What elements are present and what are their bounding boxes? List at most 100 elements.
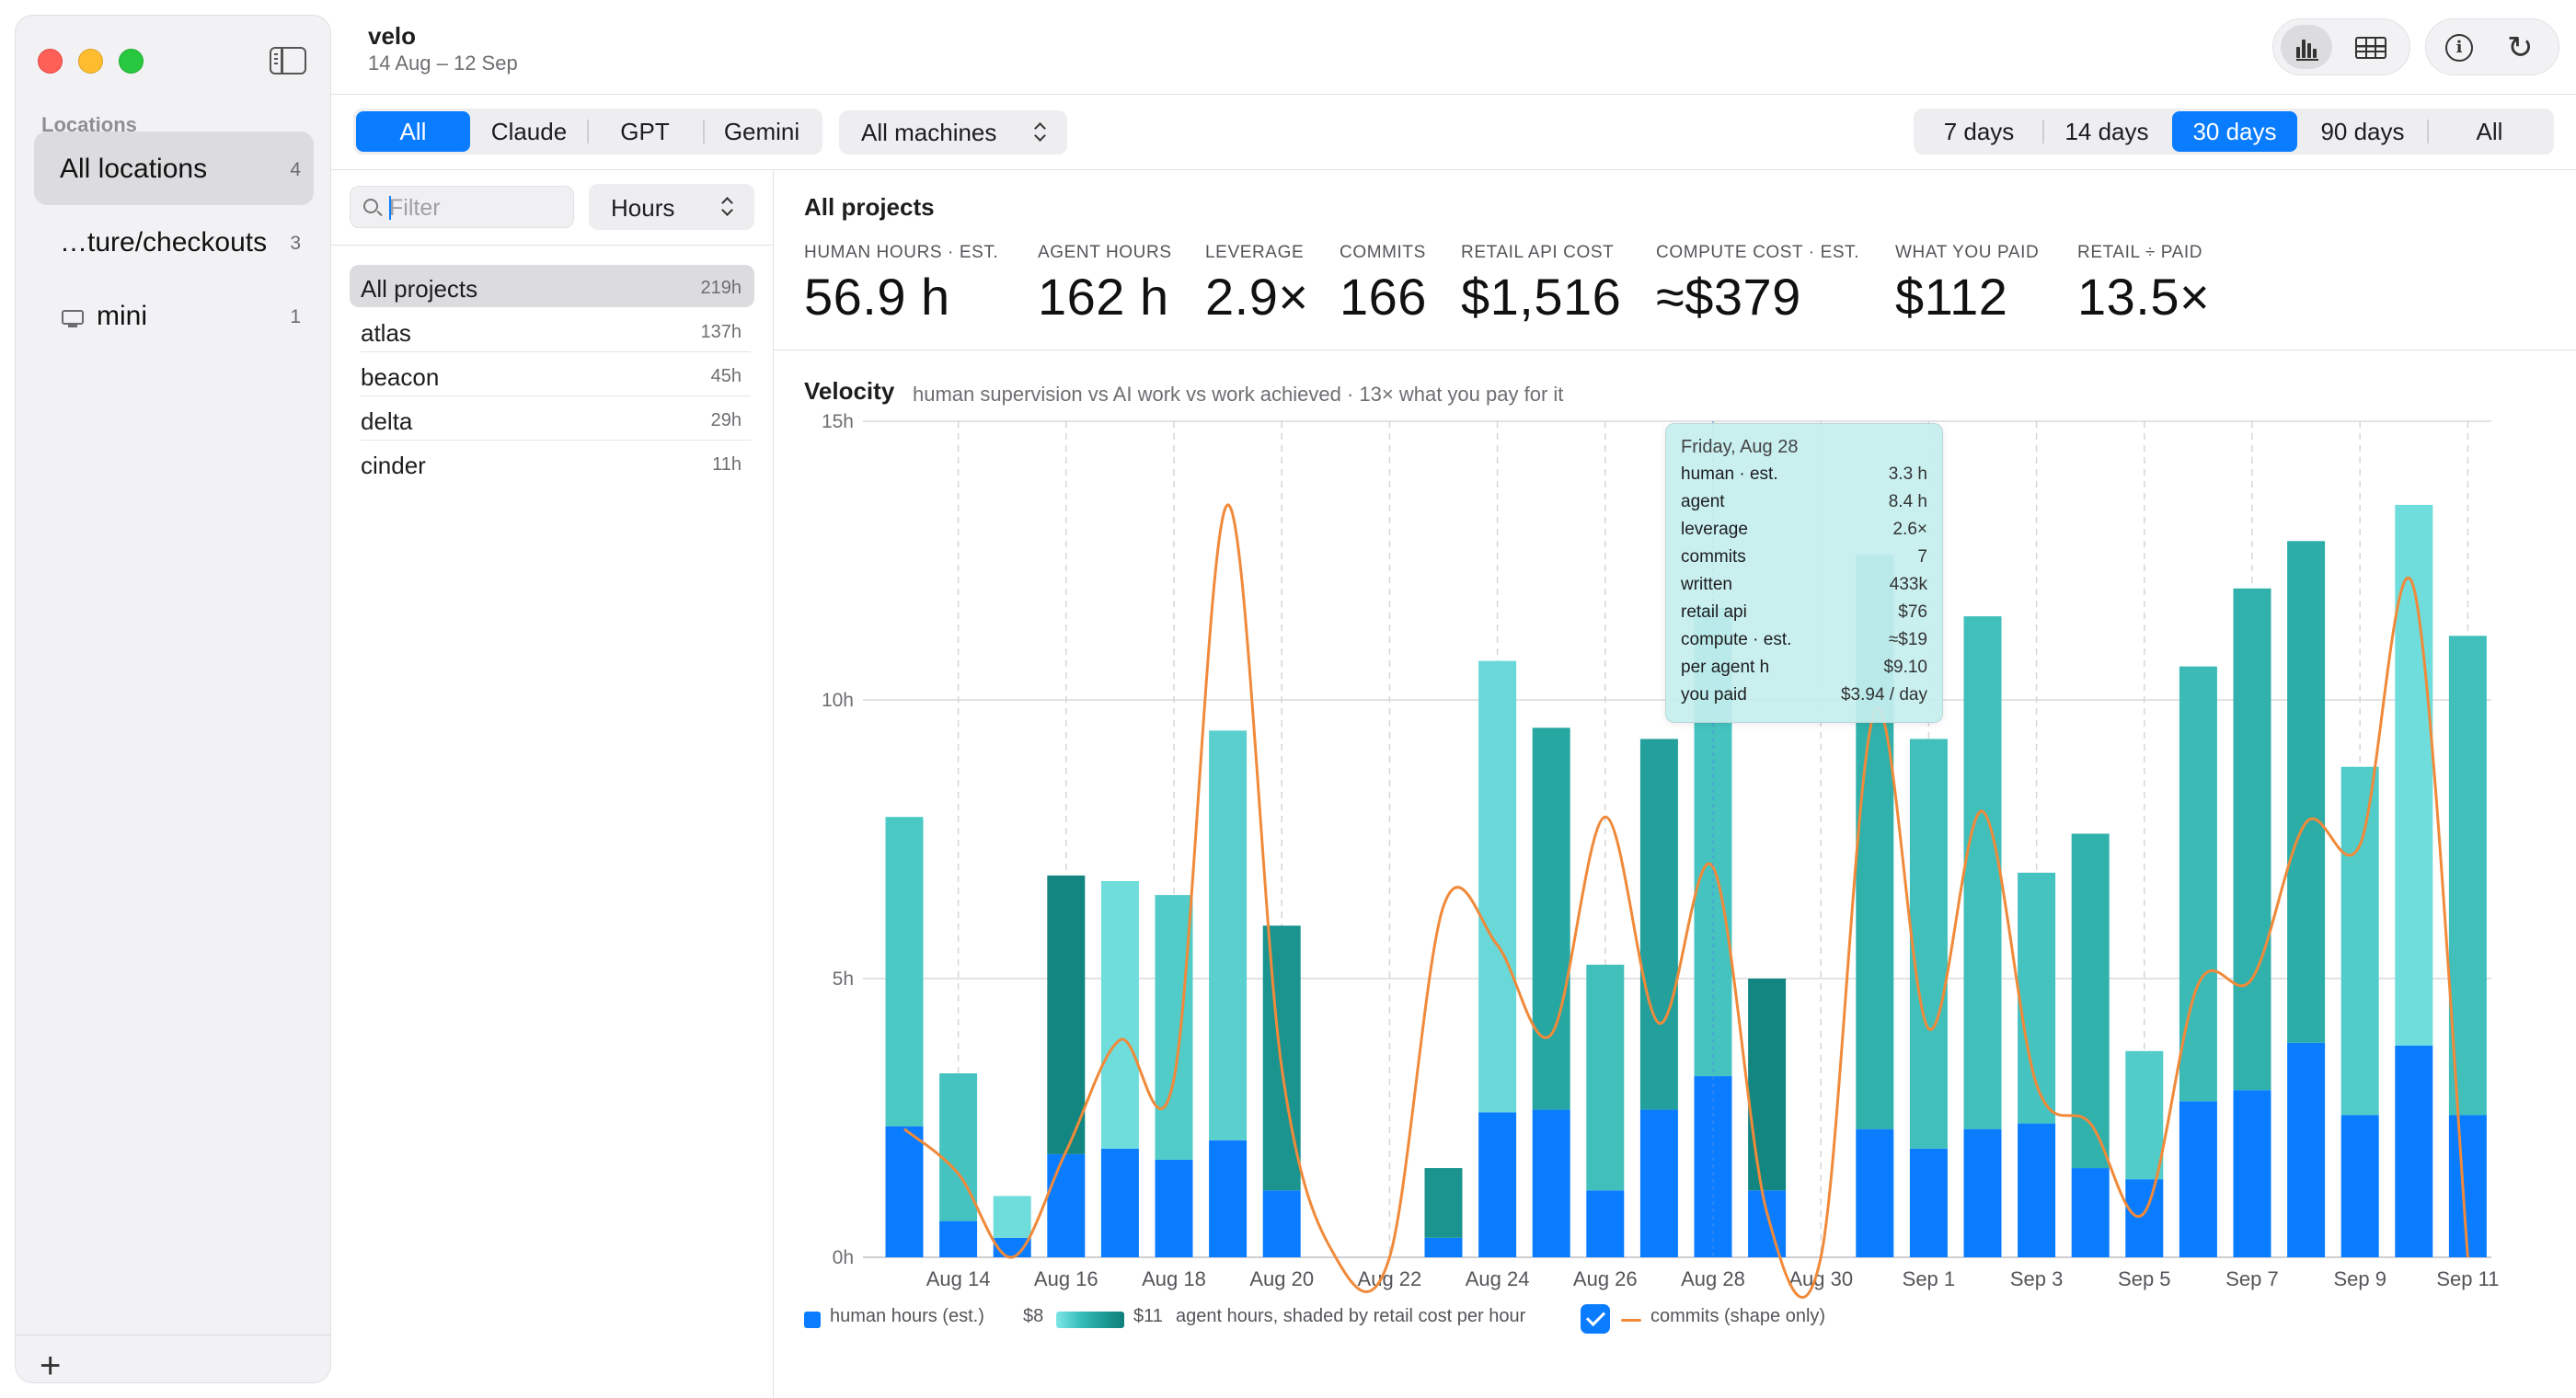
tooltip-key: agent — [1681, 492, 1725, 511]
tooltip-key: retail api — [1681, 602, 1747, 622]
bar-human — [1424, 1237, 1463, 1257]
x-tick-label: Aug 16 — [1034, 1267, 1098, 1290]
tooltip-key: per agent h — [1681, 658, 1770, 677]
tooltip-value: 433k — [1889, 575, 1927, 594]
tooltip-row: retail api $76 — [1681, 602, 1927, 628]
bar-human — [2125, 1179, 2164, 1257]
bar-agent — [2125, 1050, 2164, 1180]
y-tick-label: 15h — [822, 411, 854, 432]
bar-human — [1209, 1140, 1248, 1257]
tooltip-key: written — [1681, 575, 1732, 594]
legend-swatch-commits — [1621, 1319, 1641, 1322]
x-tick-label: Aug 18 — [1142, 1267, 1206, 1290]
legend-swatch-human — [804, 1312, 821, 1328]
tooltip-row: written 433k — [1681, 575, 1927, 601]
bar-human — [1856, 1129, 1894, 1257]
x-tick-label: Sep 5 — [2118, 1267, 2171, 1290]
tooltip-row: compute · est. ≈$19 — [1681, 630, 1927, 656]
bar-agent — [885, 817, 924, 1127]
x-tick-label: Aug 24 — [1466, 1267, 1530, 1290]
tooltip-row: human · est. 3.3 h — [1681, 464, 1927, 490]
bar-agent — [1424, 1168, 1463, 1238]
bar-agent — [1639, 739, 1678, 1110]
bar-agent — [1155, 895, 1193, 1160]
bar-human — [1586, 1190, 1625, 1257]
bar-agent — [1532, 728, 1570, 1110]
tooltip-key: you paid — [1681, 685, 1747, 705]
x-tick-label: Aug 26 — [1573, 1267, 1638, 1290]
x-tick-label: Sep 7 — [2225, 1267, 2279, 1290]
bar-human — [939, 1220, 978, 1257]
bar-human — [1478, 1112, 1517, 1257]
legend-label-human: human hours (est.) — [830, 1306, 984, 1326]
bar-human — [1047, 1153, 1086, 1257]
x-tick-label: Aug 28 — [1681, 1267, 1745, 1290]
bar-agent — [2233, 588, 2271, 1091]
x-tick-label: Sep 3 — [2010, 1267, 2064, 1290]
tooltip-value: ≈$19 — [1888, 630, 1927, 649]
legend-label-agent: agent hours, shaded by retail cost per h… — [1176, 1306, 1526, 1326]
bar-human — [1532, 1109, 1570, 1257]
tooltip-row: you paid $3.94 / day — [1681, 685, 1927, 711]
bar-human — [2071, 1168, 2110, 1257]
tooltip-value: $9.10 — [1883, 658, 1927, 677]
commits-toggle-checkbox[interactable] — [1581, 1304, 1610, 1334]
tooltip-title: Friday, Aug 28 — [1681, 437, 1799, 457]
x-tick-label: Sep 11 — [2436, 1267, 2499, 1290]
bar-human — [1262, 1190, 1301, 1257]
velocity-chart[interactable]: 0h 5h 10h 15h Aug 14 Aug 16 Aug 18 Aug 20 Aug 22… — [0, 0, 2576, 1398]
tooltip-key: human · est. — [1681, 464, 1778, 484]
tooltip-value: $76 — [1898, 602, 1927, 622]
bar-agent — [1963, 616, 2002, 1129]
bar-agent — [1586, 964, 1625, 1191]
bar-human — [1639, 1109, 1678, 1257]
bar-agent — [1100, 880, 1139, 1149]
legend-scale-max: $11 — [1133, 1306, 1163, 1326]
bar-human — [1155, 1159, 1193, 1257]
legend-label-commits: commits (shape only) — [1650, 1306, 1826, 1326]
tooltip-row: agent 8.4 h — [1681, 492, 1927, 518]
bar-agent — [1209, 730, 1248, 1140]
tooltip-row: per agent h $9.10 — [1681, 658, 1927, 683]
tooltip-value: 7 — [1917, 547, 1927, 567]
bar-human — [1963, 1129, 2002, 1257]
y-tick-label: 10h — [822, 690, 854, 711]
bar-agent — [1478, 660, 1517, 1113]
tooltip-key: leverage — [1681, 520, 1748, 539]
tooltip-value: 8.4 h — [1888, 492, 1927, 511]
bar-agent — [1748, 979, 1787, 1191]
bar-human — [1100, 1148, 1139, 1257]
bar-agent — [993, 1196, 1031, 1238]
bar-human — [1748, 1190, 1787, 1257]
bar-agent — [2287, 541, 2326, 1043]
bar-human — [2287, 1042, 2326, 1257]
bar-agent — [1909, 739, 1948, 1149]
bar-human — [2340, 1115, 2379, 1257]
bar-human — [2018, 1123, 2056, 1257]
tooltip-value: 2.6× — [1892, 520, 1927, 539]
x-tick-label: Aug 22 — [1358, 1267, 1422, 1290]
tooltip-value: $3.94 / day — [1840, 685, 1927, 705]
x-tick-label: Sep 1 — [1903, 1267, 1956, 1290]
tooltip-key: commits — [1681, 547, 1746, 567]
x-tick-label: Aug 14 — [926, 1267, 991, 1290]
legend-swatch-agent-gradient — [1056, 1312, 1124, 1328]
chart-tooltip: Friday, Aug 28 human · est. 3.3 h agent 8.… — [1665, 423, 1943, 723]
x-tick-label: Aug 20 — [1249, 1267, 1314, 1290]
bar-human — [2395, 1045, 2433, 1257]
y-tick-label: 5h — [833, 968, 854, 990]
y-tick-label: 0h — [833, 1247, 854, 1268]
x-tick-label: Sep 9 — [2333, 1267, 2386, 1290]
legend-scale-min: $8 — [1023, 1306, 1044, 1326]
bar-agent — [1047, 875, 1086, 1154]
bar-agent — [2071, 833, 2110, 1169]
bar-human — [2448, 1115, 2487, 1257]
tooltip-row: leverage 2.6× — [1681, 520, 1927, 545]
tooltip-value: 3.3 h — [1888, 464, 1927, 484]
tooltip-row: commits 7 — [1681, 547, 1927, 573]
bar-human — [2233, 1090, 2271, 1257]
x-tick-label: Aug 30 — [1788, 1267, 1853, 1290]
bar-human — [885, 1126, 924, 1257]
tooltip-key: compute · est. — [1681, 630, 1792, 649]
bar-human — [2179, 1101, 2217, 1257]
